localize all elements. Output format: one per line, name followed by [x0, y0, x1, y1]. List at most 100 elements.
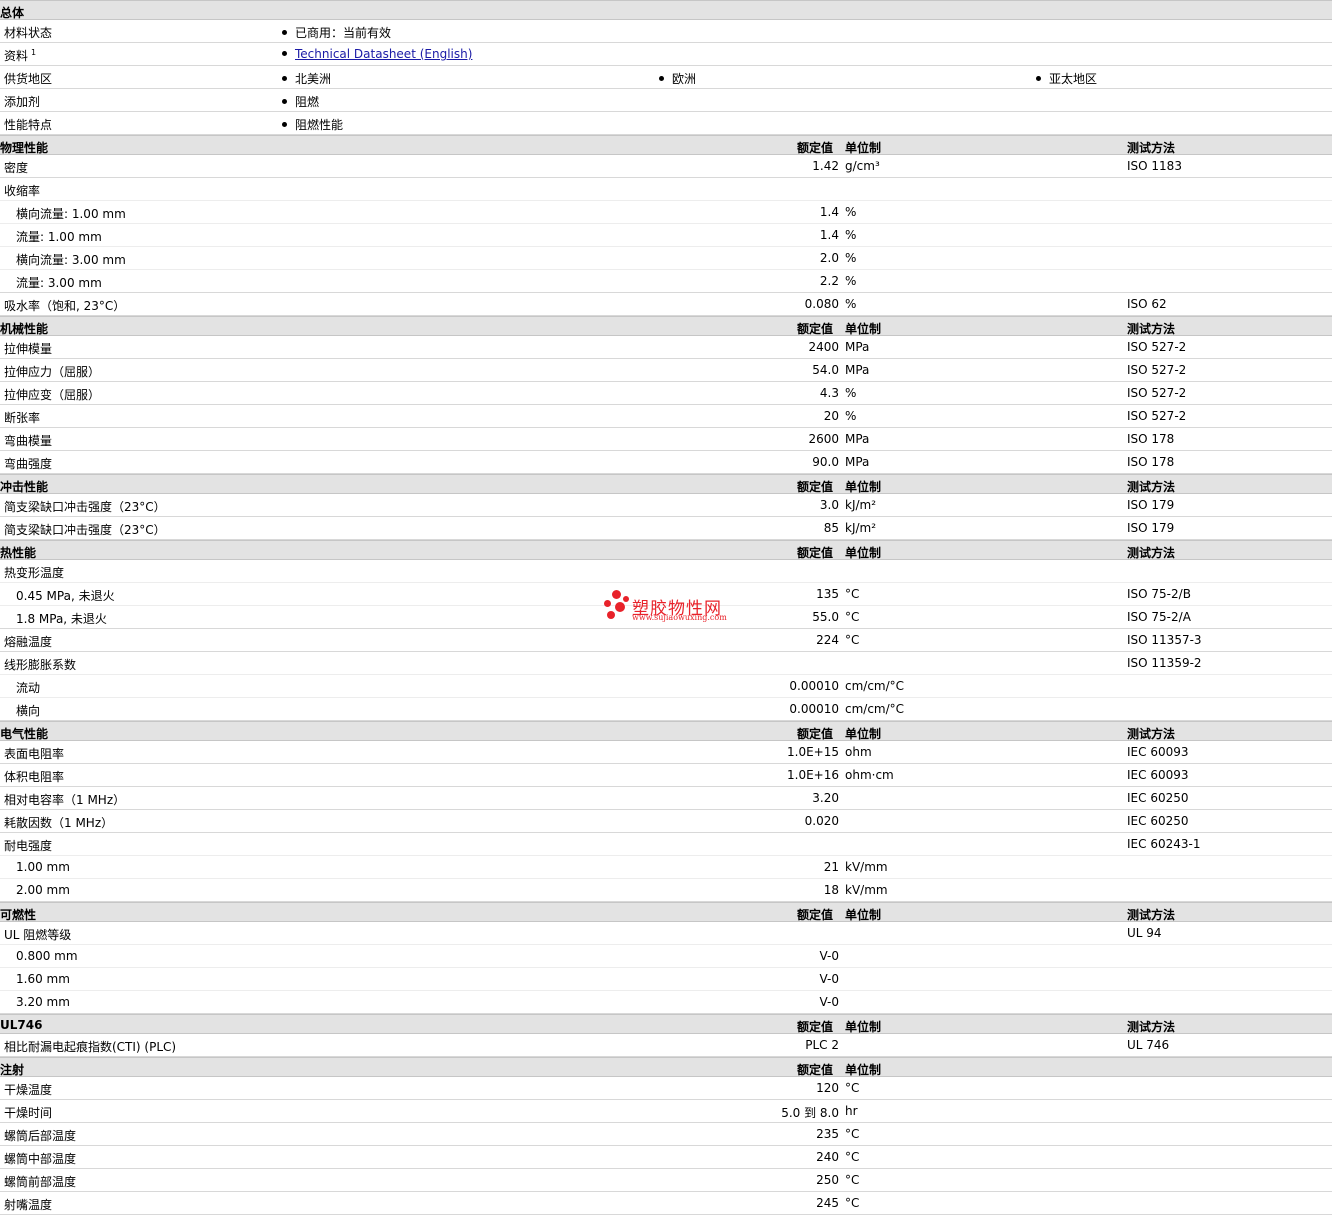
property-name: 密度 — [4, 161, 29, 175]
property-test-method: ISO 1183 — [1127, 159, 1182, 173]
row-supply-regions: 供货地区 北美洲 欧洲 亚太地区 — [0, 66, 1332, 89]
property-row: 螺筒后部温度 235 °C — [0, 1123, 1332, 1146]
column-header-unit: 单位制 — [845, 1063, 882, 1077]
column-header-unit: 单位制 — [845, 546, 882, 560]
region-item: 北美洲 — [282, 70, 331, 87]
property-row: 热变形温度 — [0, 560, 1332, 583]
property-unit: % — [845, 274, 857, 288]
property-unit: kJ/m² — [845, 498, 877, 512]
property-value: 20 — [823, 409, 839, 423]
column-header-value: 额定值 — [797, 480, 834, 494]
property-row: 拉伸应力（屈服） 54.0 MPa ISO 527-2 — [0, 359, 1332, 382]
property-row: 弯曲模量 2600 MPa ISO 178 — [0, 428, 1332, 451]
property-name: 熔融温度 — [4, 635, 53, 649]
region-item: 亚太地区 — [1036, 70, 1097, 87]
property-value: PLC 2 — [805, 1038, 839, 1052]
property-name: 吸水率（饱和, 23°C） — [4, 299, 126, 313]
property-row: 弯曲强度 90.0 MPa ISO 178 — [0, 451, 1332, 474]
property-name: 横向流量: 1.00 mm — [16, 207, 126, 221]
property-unit: % — [845, 386, 857, 400]
property-name: 横向流量: 3.00 mm — [16, 253, 126, 267]
property-unit: % — [845, 251, 857, 265]
property-test-method: ISO 178 — [1127, 432, 1175, 446]
section-title: 总体 — [0, 6, 25, 20]
property-name: 弯曲模量 — [4, 434, 53, 448]
property-name: 简支梁缺口冲击强度（23°C） — [4, 523, 166, 537]
property-name: 3.20 mm — [16, 995, 70, 1009]
property-value: 245 — [816, 1196, 839, 1210]
property-value: 1.0E+16 — [787, 768, 839, 782]
property-row: 2.00 mm 18 kV/mm — [0, 879, 1332, 902]
property-value: 0.020 — [804, 814, 839, 828]
property-test-method: ISO 75-2/A — [1127, 610, 1191, 624]
property-row: 拉伸模量 2400 MPa ISO 527-2 — [0, 336, 1332, 359]
column-header-unit: 单位制 — [845, 908, 882, 922]
property-value: 55.0 — [812, 610, 839, 624]
property-row: 0.800 mm V-0 — [0, 945, 1332, 968]
section-header: 电气性能 额定值 单位制 测试方法 — [0, 721, 1332, 741]
region-item: 欧洲 — [659, 70, 696, 87]
property-value: V-0 — [819, 972, 839, 986]
property-unit: °C — [845, 1127, 860, 1141]
row-additive: 添加剂 阻燃 — [0, 89, 1332, 112]
property-value: 54.0 — [812, 363, 839, 377]
property-row: 1.60 mm V-0 — [0, 968, 1332, 991]
column-header-unit: 单位制 — [845, 1020, 882, 1034]
docs-label: 资料 — [4, 49, 29, 63]
property-unit: kV/mm — [845, 860, 888, 874]
section-title: 电气性能 — [0, 727, 49, 741]
row-documents: 资料 1 Technical Datasheet (English) — [0, 43, 1332, 66]
property-row: 表面电阻率 1.0E+15 ohm IEC 60093 — [0, 741, 1332, 764]
section-title: 可燃性 — [0, 908, 37, 922]
column-header-test-method: 测试方法 — [1127, 546, 1176, 560]
property-value: 3.20 — [812, 791, 839, 805]
property-unit: °C — [845, 1196, 860, 1210]
property-value: 1.0E+15 — [787, 745, 839, 759]
section-title: UL746 — [0, 1018, 43, 1032]
property-test-method: IEC 60243-1 — [1127, 837, 1201, 851]
section-header: 可燃性 额定值 单位制 测试方法 — [0, 902, 1332, 922]
column-header-value: 额定值 — [797, 546, 834, 560]
column-header-test-method: 测试方法 — [1127, 908, 1176, 922]
footnote-marker: 1 — [31, 48, 37, 57]
property-value: 2.2 — [819, 274, 839, 288]
property-row: 密度 1.42 g/cm³ ISO 1183 — [0, 155, 1332, 178]
property-row: 螺筒中部温度 240 °C — [0, 1146, 1332, 1169]
property-unit: ohm·cm — [845, 768, 894, 782]
property-value: 2600 — [808, 432, 839, 446]
property-row: 3.20 mm V-0 — [0, 991, 1332, 1014]
property-test-method: UL 746 — [1127, 1038, 1170, 1052]
property-name: 2.00 mm — [16, 883, 70, 897]
column-header-unit: 单位制 — [845, 141, 882, 155]
property-value: 1.42 — [812, 159, 839, 173]
property-name: 射嘴温度 — [4, 1198, 53, 1212]
column-header-value: 额定值 — [797, 727, 834, 741]
property-row: 干燥温度 120 °C — [0, 1077, 1332, 1100]
column-header-unit: 单位制 — [845, 322, 882, 336]
property-name: 流量: 3.00 mm — [16, 276, 102, 290]
property-unit: MPa — [845, 340, 870, 354]
property-unit: % — [845, 297, 857, 311]
property-test-method: ISO 527-2 — [1127, 409, 1187, 423]
column-header-test-method: 测试方法 — [1127, 727, 1176, 741]
property-row: 收缩率 — [0, 178, 1332, 201]
column-header-test-method: 测试方法 — [1127, 480, 1176, 494]
property-name: 弯曲强度 — [4, 457, 53, 471]
property-unit: °C — [845, 610, 860, 624]
property-test-method: IEC 60250 — [1127, 814, 1189, 828]
property-row: 体积电阻率 1.0E+16 ohm·cm IEC 60093 — [0, 764, 1332, 787]
column-header-value: 额定值 — [797, 908, 834, 922]
property-value: V-0 — [819, 995, 839, 1009]
logo-dots-icon — [604, 590, 632, 622]
property-row: 1.00 mm 21 kV/mm — [0, 856, 1332, 879]
property-value: 21 — [823, 860, 839, 874]
property-row: 相对电容率（1 MHz） 3.20 IEC 60250 — [0, 787, 1332, 810]
property-unit: MPa — [845, 363, 870, 377]
technical-datasheet-link[interactable]: Technical Datasheet (English) — [295, 47, 472, 61]
property-name: 流量: 1.00 mm — [16, 230, 102, 244]
property-value: 235 — [816, 1127, 839, 1141]
row-label: 供货地区 — [4, 72, 53, 86]
property-test-method: IEC 60093 — [1127, 768, 1189, 782]
property-value: 120 — [816, 1081, 839, 1095]
property-row: 干燥时间 5.0 到 8.0 hr — [0, 1100, 1332, 1123]
